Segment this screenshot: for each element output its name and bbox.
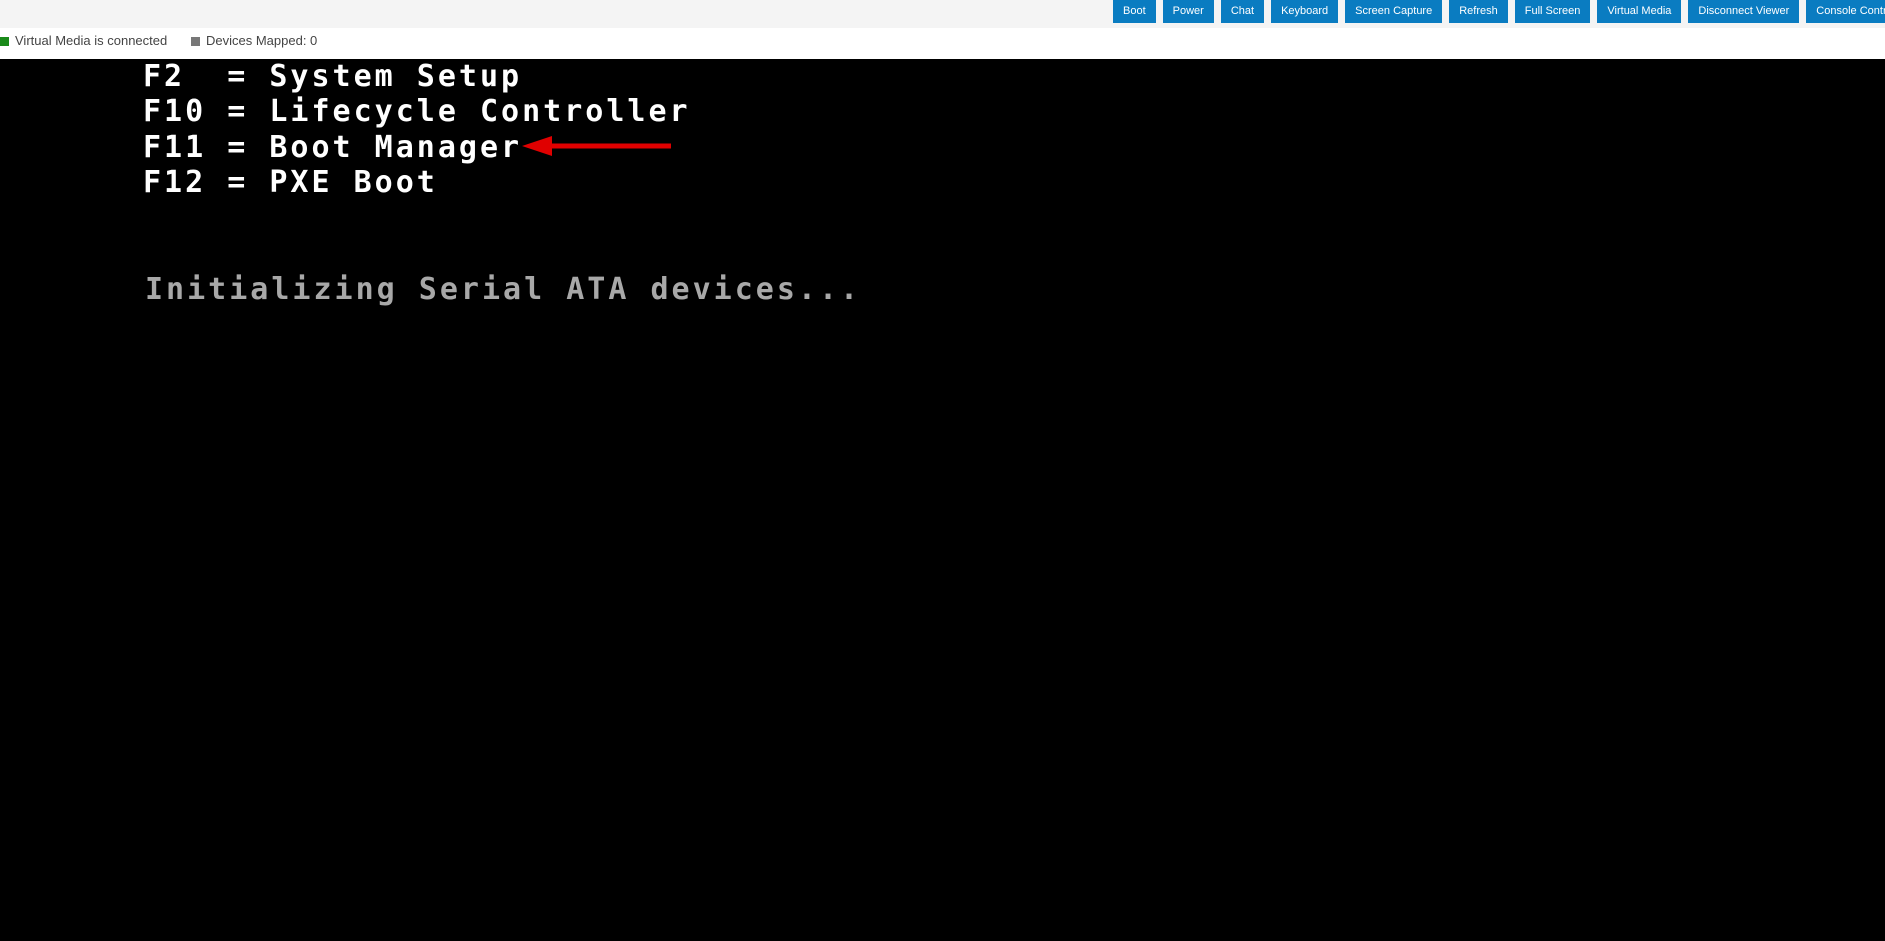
boot-button[interactable]: Boot <box>1113 0 1156 23</box>
virtual-media-button[interactable]: Virtual Media <box>1597 0 1682 23</box>
red-arrow-icon <box>522 136 671 156</box>
toolbar-buttons: Boot Power Chat Keyboard Screen Capture … <box>1113 0 1885 23</box>
console-line-lifecycle-controller: F10 = Lifecycle Controller <box>143 94 691 129</box>
disconnect-viewer-button[interactable]: Disconnect Viewer <box>1688 0 1800 23</box>
power-button[interactable]: Power <box>1162 0 1214 23</box>
full-screen-button[interactable]: Full Screen <box>1514 0 1591 23</box>
devices-mapped-text: Devices Mapped: 0 <box>206 33 318 48</box>
viewer-toolbar: Boot Power Chat Keyboard Screen Capture … <box>0 0 1885 28</box>
connected-indicator-icon <box>0 36 9 46</box>
console-line-system-setup: F2 = System Setup <box>143 59 523 94</box>
keyboard-button[interactable]: Keyboard <box>1271 0 1339 23</box>
refresh-button[interactable]: Refresh <box>1449 0 1508 23</box>
devices-mapped-status: Devices Mapped: 0 <box>191 31 317 51</box>
console-status-message: Initializing Serial ATA devices... <box>145 272 862 307</box>
status-bar: Virtual Media is connected Devices Mappe… <box>0 28 1885 59</box>
console-control-button[interactable]: Console Contro <box>1806 0 1885 23</box>
virtual-media-status: Virtual Media is connected <box>0 31 167 51</box>
remote-console-screen[interactable]: F2 = System Setup F10 = Lifecycle Contro… <box>0 59 1885 941</box>
screen-capture-button[interactable]: Screen Capture <box>1345 0 1443 23</box>
devices-indicator-icon <box>191 36 200 46</box>
chat-button[interactable]: Chat <box>1220 0 1265 23</box>
console-line-boot-manager: F11 = Boot Manager <box>143 130 523 165</box>
console-line-pxe-boot: F12 = PXE Boot <box>143 165 438 200</box>
virtual-media-status-text: Virtual Media is connected <box>15 33 168 48</box>
